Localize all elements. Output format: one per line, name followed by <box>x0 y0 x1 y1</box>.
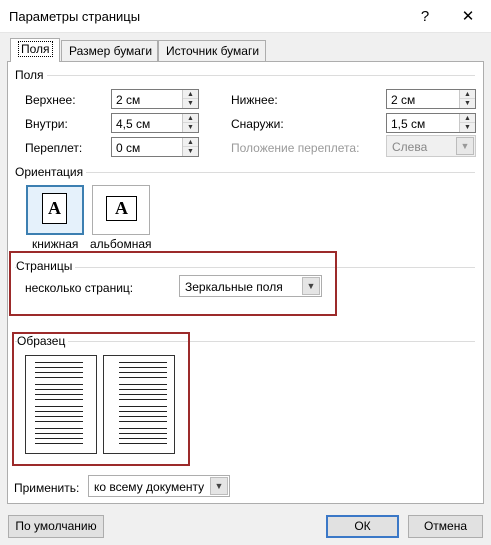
gutter-position-select: Слева ▼ <box>386 135 476 157</box>
inside-margin-value: 4,5 см <box>116 117 151 131</box>
tab-margins-label: Поля <box>18 41 53 57</box>
inside-margin-spinner[interactable]: 4,5 см ▲ ▼ <box>111 113 199 133</box>
outside-margin-arrows[interactable]: ▲ ▼ <box>459 114 475 132</box>
orientation-group-label: Ориентация <box>15 165 87 179</box>
outside-margin-spinner[interactable]: 1,5 см ▲ ▼ <box>386 113 476 133</box>
margins-group-line <box>15 75 475 76</box>
top-margin-arrows[interactable]: ▲ ▼ <box>182 90 198 108</box>
chevron-down-icon[interactable]: ▼ <box>210 477 228 495</box>
gutter-spinner[interactable]: 0 см ▲ ▼ <box>111 137 199 157</box>
ok-button[interactable]: ОК <box>326 515 399 538</box>
portrait-page-icon: A <box>42 193 67 224</box>
outside-margin-label: Снаружи: <box>231 117 284 131</box>
top-margin-value: 2 см <box>116 93 141 107</box>
top-margin-spinner[interactable]: 2 см ▲ ▼ <box>111 89 199 109</box>
gutter-position-value: Слева <box>392 140 428 154</box>
bottom-margin-arrows[interactable]: ▲ ▼ <box>459 90 475 108</box>
margins-group-label: Поля <box>15 68 47 82</box>
apply-to-select[interactable]: ко всему документу ▼ <box>88 475 230 497</box>
preview-right-page <box>103 355 175 454</box>
gutter-value: 0 см <box>116 141 141 155</box>
inside-margin-arrows[interactable]: ▲ ▼ <box>182 114 198 132</box>
spin-up-icon[interactable]: ▲ <box>183 90 198 99</box>
apply-to-value: ко всему документу <box>94 480 205 494</box>
apply-to-label: Применить: <box>14 481 80 495</box>
chevron-down-icon: ▼ <box>456 137 474 155</box>
spin-down-icon[interactable]: ▼ <box>183 147 198 156</box>
portrait-button[interactable]: A <box>26 185 84 235</box>
multiple-pages-select[interactable]: Зеркальные поля ▼ <box>179 275 322 297</box>
top-margin-label: Верхнее: <box>25 93 76 107</box>
preview-group-label: Образец <box>17 334 69 348</box>
bottom-margin-label: Нижнее: <box>231 93 278 107</box>
window-title: Параметры страницы <box>9 9 141 24</box>
portrait-label: книжная <box>32 237 79 251</box>
tab-paper-size[interactable]: Размер бумаги <box>61 40 158 61</box>
bottom-margin-spinner[interactable]: 2 см ▲ ▼ <box>386 89 476 109</box>
cancel-button[interactable]: Отмена <box>408 515 483 538</box>
tab-margins[interactable]: Поля <box>10 38 60 62</box>
gutter-label: Переплет: <box>25 141 83 155</box>
inside-margin-label: Внутри: <box>25 117 68 131</box>
help-button[interactable]: ? <box>410 3 440 29</box>
spin-up-icon[interactable]: ▲ <box>460 90 475 99</box>
close-button[interactable]: ✕ <box>453 3 483 29</box>
multiple-pages-value: Зеркальные поля <box>185 280 283 294</box>
chevron-down-icon[interactable]: ▼ <box>302 277 320 295</box>
set-default-button[interactable]: По умолчанию <box>8 515 104 538</box>
spin-up-icon[interactable]: ▲ <box>460 114 475 123</box>
bottom-margin-value: 2 см <box>391 93 416 107</box>
gutter-arrows[interactable]: ▲ ▼ <box>182 138 198 156</box>
spin-up-icon[interactable]: ▲ <box>183 138 198 147</box>
preview-left-page <box>25 355 97 454</box>
spin-down-icon[interactable]: ▼ <box>460 123 475 132</box>
spin-down-icon[interactable]: ▼ <box>460 99 475 108</box>
multiple-pages-label: несколько страниц: <box>25 281 134 295</box>
landscape-label: альбомная <box>90 237 152 251</box>
spin-up-icon[interactable]: ▲ <box>183 114 198 123</box>
tab-paper-source[interactable]: Источник бумаги <box>158 40 266 61</box>
landscape-page-icon: A <box>106 196 137 221</box>
pages-group-label: Страницы <box>16 259 76 273</box>
outside-margin-value: 1,5 см <box>391 117 426 131</box>
landscape-button[interactable]: A <box>92 185 150 235</box>
gutter-position-label: Положение переплета: <box>231 141 360 155</box>
spin-down-icon[interactable]: ▼ <box>183 99 198 108</box>
spin-down-icon[interactable]: ▼ <box>183 123 198 132</box>
